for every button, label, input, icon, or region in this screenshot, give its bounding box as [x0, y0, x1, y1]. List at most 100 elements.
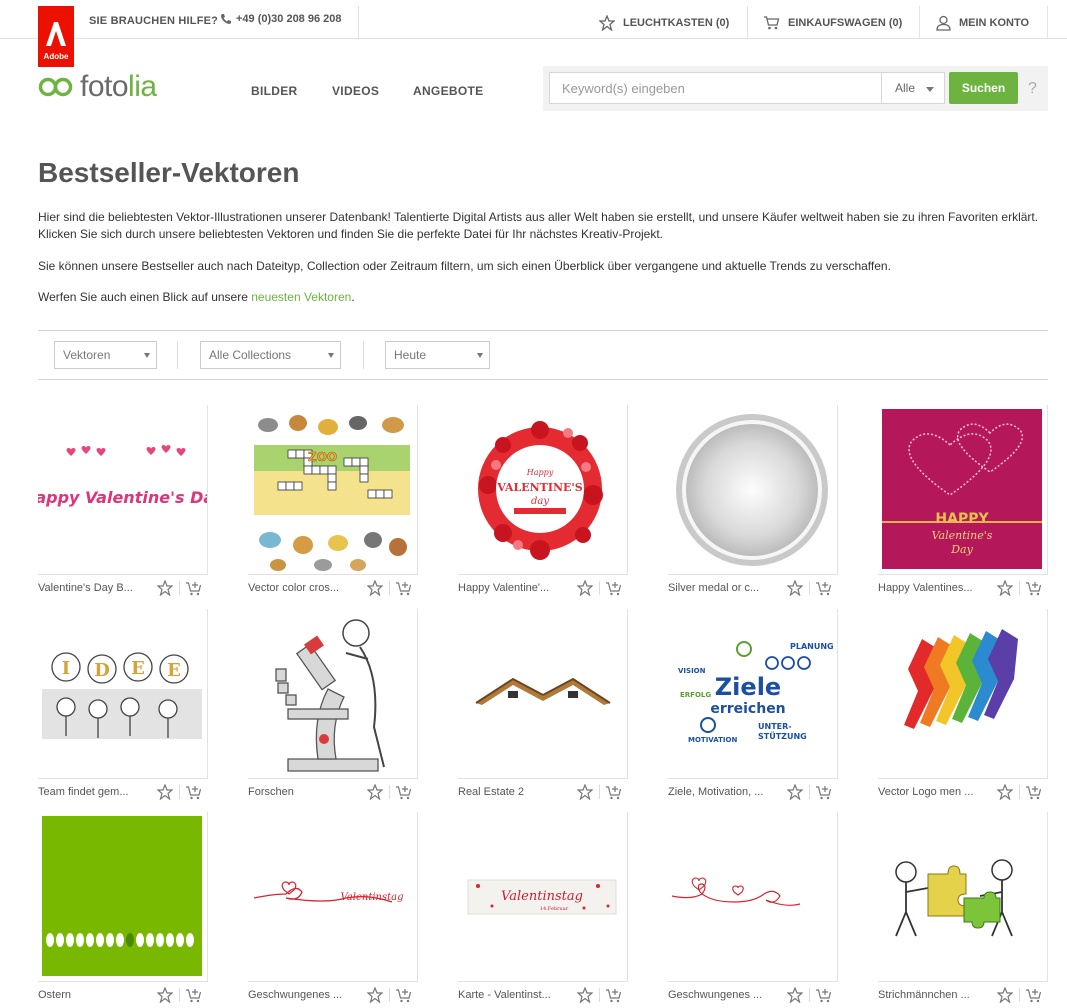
search-help-icon[interactable]: ? — [1028, 80, 1037, 98]
phone-contact[interactable]: +49 (0)30 208 96 208 — [220, 13, 342, 25]
search-button[interactable]: Suchen — [949, 72, 1018, 104]
filter-period-value: Heute — [394, 348, 427, 362]
search-scope-select[interactable]: Alle — [881, 72, 945, 104]
thumbnail-easter-green[interactable] — [38, 812, 208, 982]
caption-text[interactable]: Geschwungenes ... — [668, 989, 778, 1001]
add-to-lightbox-star-icon[interactable] — [577, 784, 593, 800]
help-label: SIE BRAUCHEN HILFE? — [89, 15, 219, 27]
adobe-logo[interactable]: Adobe — [38, 6, 74, 67]
add-to-cart-icon[interactable] — [185, 987, 203, 1003]
thumbnail-caption: Geschwungenes ... — [668, 985, 838, 1005]
caption-text[interactable]: Strichmännchen ... — [878, 989, 988, 1001]
add-to-lightbox-star-icon[interactable] — [997, 987, 1013, 1003]
add-to-cart-icon[interactable] — [815, 987, 833, 1003]
caption-text[interactable]: Happy Valentine'... — [458, 582, 568, 594]
thumbnail-roof-logo[interactable] — [458, 609, 628, 779]
svg-text:STÜTZUNG: STÜTZUNG — [758, 731, 807, 741]
lightbox-link[interactable]: LEUCHTKASTEN (0) — [599, 6, 729, 39]
nav-videos[interactable]: VIDEOS — [332, 84, 379, 98]
thumbnail-heart-swirl[interactable] — [668, 812, 838, 982]
add-to-lightbox-star-icon[interactable] — [577, 580, 593, 596]
caption-text[interactable]: Geschwungenes ... — [248, 989, 358, 1001]
phone-number: +49 (0)30 208 96 208 — [236, 13, 342, 25]
nav-images[interactable]: BILDER — [251, 84, 297, 98]
svg-text:HAPPY: HAPPY — [935, 511, 989, 527]
caption-text[interactable]: Karte - Valentinst... — [458, 989, 568, 1001]
add-to-lightbox-star-icon[interactable] — [157, 784, 173, 800]
thumbnail-valentinstag-card[interactable]: Valentinstag 14.Februar — [458, 812, 628, 982]
add-to-cart-icon[interactable] — [815, 580, 833, 596]
caption-text[interactable]: Valentine's Day B... — [38, 582, 148, 594]
newest-vectors-link[interactable]: neuesten Vektoren — [251, 290, 351, 304]
add-to-lightbox-star-icon[interactable] — [787, 987, 803, 1003]
caption-text[interactable]: Real Estate 2 — [458, 786, 568, 798]
thumbnail-microscope[interactable] — [248, 609, 418, 779]
add-to-lightbox-star-icon[interactable] — [577, 987, 593, 1003]
account-link[interactable]: MEIN KONTO — [936, 6, 1029, 39]
divider — [179, 581, 180, 595]
add-to-cart-icon[interactable] — [1025, 987, 1043, 1003]
cart-link[interactable]: EINKAUFSWAGEN (0) — [763, 6, 902, 39]
thumbnail-rainbow-runners[interactable] — [878, 609, 1048, 779]
add-to-lightbox-star-icon[interactable] — [787, 580, 803, 596]
add-to-lightbox-star-icon[interactable] — [367, 987, 383, 1003]
filter-period-select[interactable]: Heute — [385, 341, 490, 369]
thumbnail-zoo-crossword[interactable]: ZOO — [248, 405, 418, 575]
thumbnail-hearts-wreath[interactable]: Happy VALENTINE'S day — [458, 405, 628, 575]
ziele-doodle-icon: Ziele erreichen PLANUNG VISION ERFOLG MO… — [678, 641, 834, 744]
fotolia-logo[interactable]: fotolia — [38, 72, 157, 102]
caption-text[interactable]: Vector color cros... — [248, 582, 358, 594]
thumbnail-ziele-doodle[interactable]: Ziele erreichen PLANUNG VISION ERFOLG MO… — [668, 609, 838, 779]
divider — [38, 330, 1048, 331]
divider — [179, 988, 180, 1002]
thumbnail-silver-medal[interactable] — [668, 405, 838, 575]
divider — [358, 6, 359, 39]
add-to-cart-icon[interactable] — [185, 580, 203, 596]
caption-text[interactable]: Ostern — [38, 989, 148, 1001]
add-to-lightbox-star-icon[interactable] — [367, 784, 383, 800]
user-icon — [936, 15, 951, 31]
add-to-lightbox-star-icon[interactable] — [157, 987, 173, 1003]
add-to-cart-icon[interactable] — [605, 987, 623, 1003]
add-to-cart-icon[interactable] — [185, 784, 203, 800]
thumbnail-caption: Geschwungenes ... — [248, 985, 418, 1005]
caption-text[interactable]: Vector Logo men ... — [878, 786, 988, 798]
divider — [179, 785, 180, 799]
add-to-cart-icon[interactable] — [395, 784, 413, 800]
caption-text[interactable]: Ziele, Motivation, ... — [668, 786, 778, 798]
caption-text[interactable]: Team findet gem... — [38, 786, 148, 798]
add-to-lightbox-star-icon[interactable] — [997, 784, 1013, 800]
valentinstag-card-icon: Valentinstag 14.Februar — [467, 879, 617, 915]
zoo-crossword-icon: ZOO — [254, 415, 410, 571]
divider — [599, 581, 600, 595]
svg-text:E: E — [167, 660, 181, 681]
svg-text:VALENTINE'S: VALENTINE'S — [496, 481, 583, 494]
caption-text[interactable]: Happy Valentines... — [878, 582, 988, 594]
add-to-cart-icon[interactable] — [605, 784, 623, 800]
thumbnail-pink-card[interactable]: HAPPY Valentine's Day — [878, 405, 1048, 575]
add-to-lightbox-star-icon[interactable] — [787, 784, 803, 800]
filter-collection-select[interactable]: Alle Collections — [200, 341, 341, 369]
thumbnail-valentines-text[interactable]: Happy Valentine's Day — [38, 405, 208, 575]
microscope-icon — [275, 619, 385, 772]
thumbnail-swirl-valentinstag[interactable]: Valentinstag — [248, 812, 418, 982]
heart-swirl-icon — [671, 877, 801, 906]
add-to-cart-icon[interactable] — [395, 987, 413, 1003]
logo-wordmark: fotolia — [80, 70, 157, 103]
add-to-cart-icon[interactable] — [815, 784, 833, 800]
thumbnail-puzzle-people[interactable] — [878, 812, 1048, 982]
add-to-cart-icon[interactable] — [1025, 784, 1043, 800]
add-to-lightbox-star-icon[interactable] — [997, 580, 1013, 596]
add-to-cart-icon[interactable] — [605, 580, 623, 596]
add-to-cart-icon[interactable] — [395, 580, 413, 596]
nav-offers[interactable]: ANGEBOTE — [413, 84, 483, 98]
thumbnail-idee-team[interactable]: IDEE — [38, 609, 208, 779]
add-to-lightbox-star-icon[interactable] — [157, 580, 173, 596]
caption-text[interactable]: Silver medal or c... — [668, 582, 778, 594]
caption-text[interactable]: Forschen — [248, 786, 358, 798]
add-to-lightbox-star-icon[interactable] — [367, 580, 383, 596]
svg-text:I: I — [62, 658, 70, 679]
filter-type-select[interactable]: Vektoren — [54, 341, 157, 369]
add-to-cart-icon[interactable] — [1025, 580, 1043, 596]
thumbnail-caption: Strichmännchen ... — [878, 985, 1048, 1005]
